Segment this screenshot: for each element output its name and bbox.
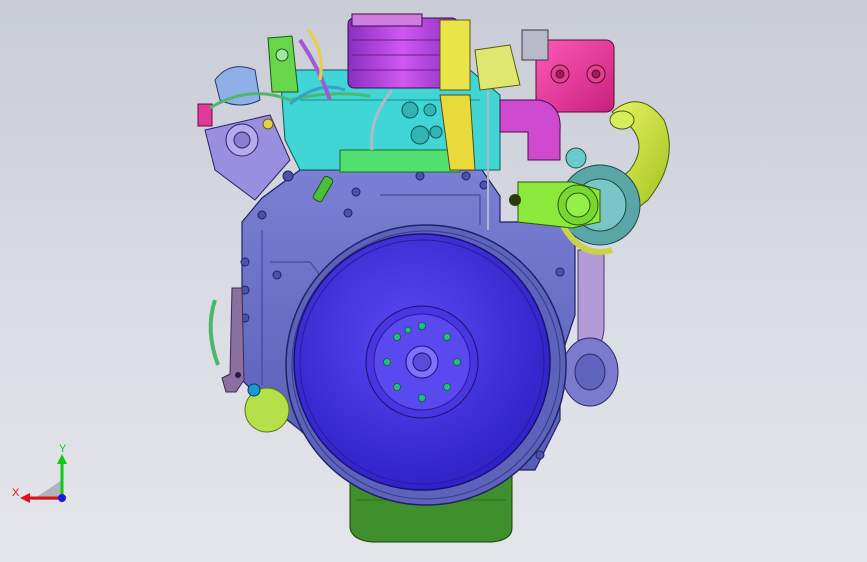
axis-triad-icon: Y X	[12, 443, 67, 503]
x-axis-label: X	[12, 487, 20, 499]
exhaust-elbow[interactable]	[499, 99, 561, 161]
y-axis-label: Y	[59, 443, 67, 455]
engine-model[interactable]	[0, 0, 867, 562]
valve-cover[interactable]	[347, 13, 471, 91]
cad-viewport[interactable]: Y X	[0, 0, 867, 562]
flywheel[interactable]	[293, 233, 551, 491]
z-axis-dot	[58, 494, 66, 502]
wastegate-actuator[interactable]	[509, 181, 601, 229]
